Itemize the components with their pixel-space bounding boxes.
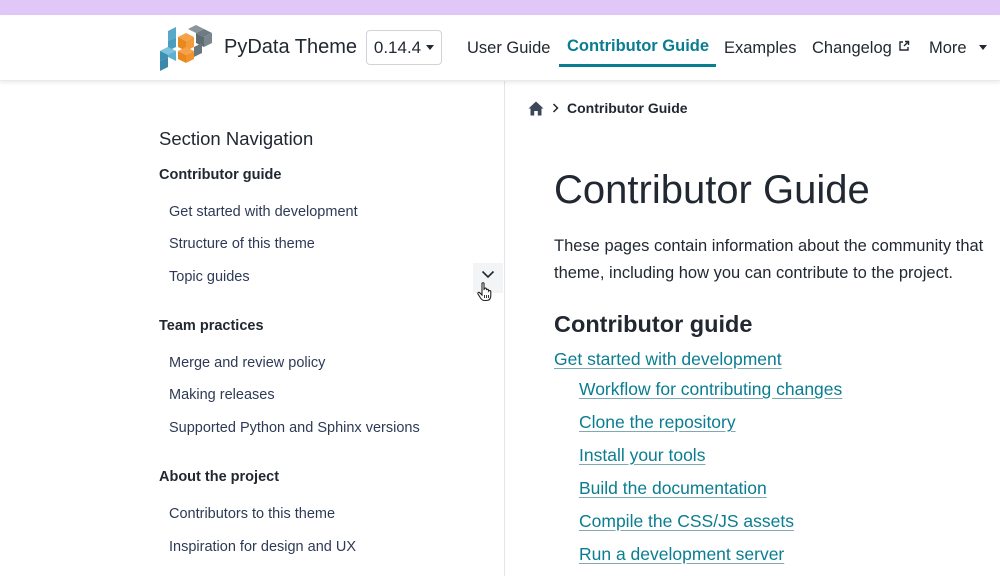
nav-link-changelog-label: Changelog [812, 39, 892, 57]
nav-link-changelog[interactable]: Changelog [812, 39, 910, 58]
sidebar-caption-about-project: About the project [159, 469, 280, 485]
top-banner-strip [0, 0, 1000, 15]
nav-link-user-guide[interactable]: User Guide [467, 39, 550, 58]
section-heading: Contributor guide [554, 311, 753, 337]
chevron-down-icon [481, 270, 495, 279]
toc-link-get-started[interactable]: Get started with development [554, 349, 782, 370]
sidebar-caption-team-practices: Team practices [159, 318, 264, 334]
top-navbar: PyData Theme 0.14.4 User Guide Contribut… [0, 15, 1000, 81]
toc-link-workflow[interactable]: Workflow for contributing changes [579, 379, 842, 400]
sidebar-item-merge-review[interactable]: Merge and review policy [169, 355, 325, 371]
section-navigation-title: Section Navigation [159, 128, 314, 149]
toc-link-compile-assets[interactable]: Compile the CSS/JS assets [579, 511, 794, 532]
version-switcher-button[interactable]: 0.14.4 [366, 30, 442, 65]
page-title: Contributor Guide [554, 168, 870, 212]
intro-line: theme, including how you can contribute … [554, 264, 953, 282]
sidebar-item-supported-versions[interactable]: Supported Python and Sphinx versions [169, 420, 420, 436]
nav-more-label: More [929, 39, 967, 57]
sidebar-item-making-releases[interactable]: Making releases [169, 387, 275, 403]
sidebar-item-inspiration[interactable]: Inspiration for design and UX [169, 539, 356, 555]
sidebar-item-get-started[interactable]: Get started with development [169, 204, 358, 220]
breadcrumb: Contributor Guide [528, 100, 688, 116]
sidebar-divider [504, 81, 505, 576]
intro-paragraph: These pages contain information about th… [554, 233, 983, 287]
breadcrumb-current: Contributor Guide [567, 100, 688, 116]
hand-pointer-cursor-icon [477, 282, 492, 302]
chevron-right-icon [552, 103, 559, 113]
sidebar-item-structure[interactable]: Structure of this theme [169, 236, 315, 252]
intro-line: These pages contain information about th… [554, 237, 984, 255]
pydata-logo-icon[interactable] [158, 23, 216, 73]
version-label: 0.14.4 [373, 37, 422, 57]
toc-link-build-docs[interactable]: Build the documentation [579, 478, 767, 499]
caret-down-icon [979, 45, 988, 50]
toc-link-dev-server[interactable]: Run a development server [579, 544, 784, 565]
site-brand-title[interactable]: PyData Theme [224, 36, 357, 59]
nav-more-dropdown[interactable]: More [929, 39, 988, 58]
caret-down-icon [426, 45, 435, 50]
toc-link-install-tools[interactable]: Install your tools [579, 445, 705, 466]
external-link-icon [899, 40, 910, 51]
sidebar-caption-contributor-guide: Contributor guide [159, 167, 282, 183]
home-icon[interactable] [528, 101, 544, 116]
active-nav-indicator [559, 64, 716, 67]
toc-link-clone[interactable]: Clone the repository [579, 412, 736, 433]
nav-link-examples[interactable]: Examples [724, 39, 796, 58]
sidebar-item-contributors[interactable]: Contributors to this theme [169, 506, 335, 522]
nav-link-contributor-guide[interactable]: Contributor Guide [567, 37, 709, 56]
sidebar-item-topic-guides[interactable]: Topic guides [169, 269, 250, 285]
